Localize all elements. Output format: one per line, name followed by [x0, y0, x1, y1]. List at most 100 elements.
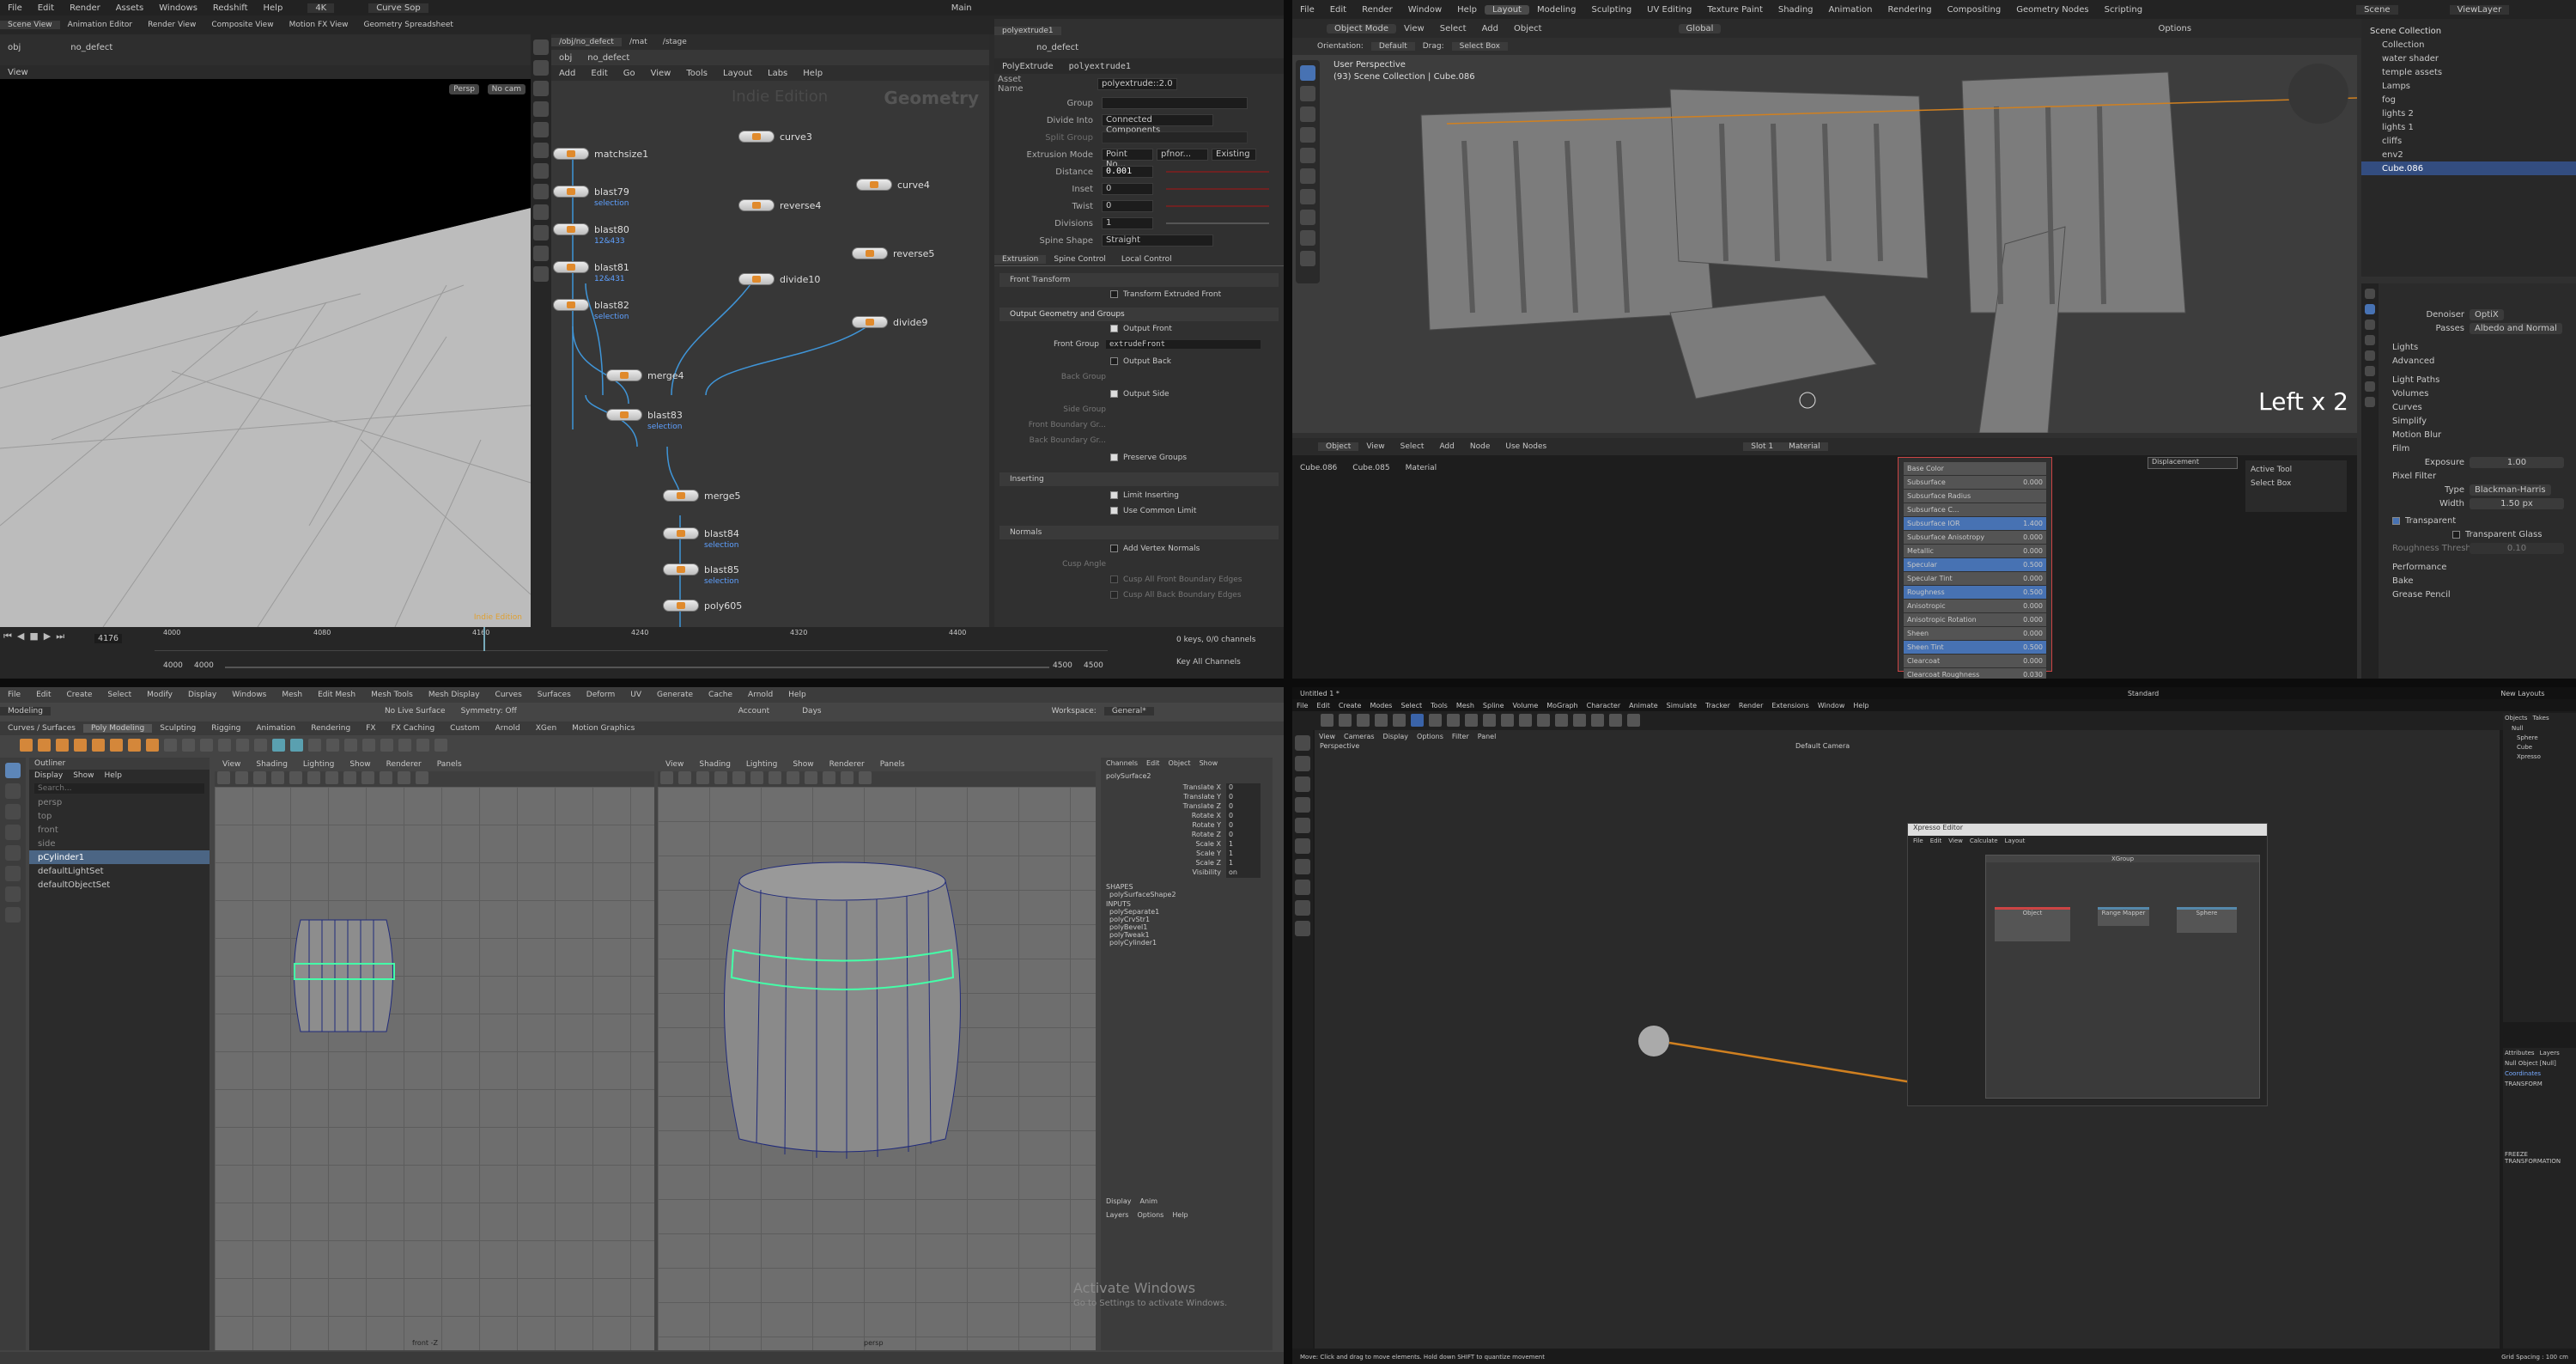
- persp-view-canvas[interactable]: persp: [658, 787, 1096, 1350]
- maya-mode[interactable]: Modeling: [0, 707, 51, 715]
- c4d-attributes[interactable]: Attributes Layers Null Object [Null] Coor…: [2503, 1048, 2576, 1349]
- maya-menu-deform[interactable]: Deform: [579, 691, 623, 699]
- menu-assets[interactable]: Assets: [108, 3, 152, 13]
- c4d-menu-select[interactable]: Select: [1396, 702, 1426, 709]
- shelf-tab-5[interactable]: Rendering: [303, 724, 358, 733]
- persp-menu[interactable]: Persp: [449, 84, 479, 94]
- material-select[interactable]: Material: [1781, 442, 1828, 451]
- shader-editor[interactable]: Object View Select Add Node Use Nodes Sl…: [1292, 438, 2357, 679]
- input-bevel[interactable]: polyBevel1: [1101, 923, 1273, 931]
- c4d-layout[interactable]: Standard: [2120, 690, 2166, 697]
- outliner-item-lights1[interactable]: lights 1: [2361, 120, 2576, 134]
- houdini-timeline[interactable]: ⏮ ◀ ■ ▶ ⏭ 4176 4000 4080 4160 4240 4320 4400…: [0, 627, 1284, 679]
- outliner-item-lights2[interactable]: lights 2: [2361, 107, 2576, 120]
- menu-redshift[interactable]: Redshift: [205, 3, 256, 13]
- front-view-canvas[interactable]: front -Z: [215, 787, 654, 1350]
- maya-menu-help[interactable]: Help: [781, 691, 814, 699]
- transparent-label[interactable]: Transparent: [2405, 516, 2456, 526]
- c4d-menu-volume[interactable]: Volume: [1509, 702, 1543, 709]
- outliner-show[interactable]: Show: [73, 771, 94, 780]
- maya-menu-display[interactable]: Display: [180, 691, 224, 699]
- divide-into-menu[interactable]: Connected Components: [1102, 114, 1213, 135]
- passes-select[interactable]: Albedo and Normal: [2470, 322, 2562, 334]
- front-menu-shading[interactable]: Shading: [248, 760, 295, 769]
- c4d-menu-tools[interactable]: Tools: [1426, 702, 1452, 709]
- takes-tab[interactable]: Takes: [2532, 715, 2549, 722]
- crumb-cube085[interactable]: Cube.085: [1345, 464, 1397, 472]
- panel-volumes[interactable]: Volumes: [2384, 387, 2576, 400]
- tab-render-view[interactable]: Render View: [140, 21, 204, 29]
- c4d-menu-create[interactable]: Create: [1334, 702, 1366, 709]
- subtab-extrusion[interactable]: Extrusion: [994, 254, 1047, 264]
- panel-light-paths[interactable]: Light Paths: [2384, 373, 2576, 387]
- maya-menu-mesh-tools[interactable]: Mesh Tools: [363, 691, 421, 699]
- chk-cusp-back[interactable]: Cusp All Back Boundary Edges: [1110, 591, 1242, 600]
- chk-common-limit[interactable]: Use Common Limit: [1110, 507, 1196, 515]
- distance-field[interactable]: 0.001: [1102, 166, 1153, 178]
- xp-file[interactable]: File: [1913, 837, 1923, 844]
- attr-tab[interactable]: Attributes: [2505, 1050, 2535, 1056]
- section-inserting[interactable]: Inserting: [999, 472, 1279, 486]
- shelf-tool[interactable]: Curve Sop: [368, 3, 428, 13]
- ws-scripting[interactable]: Scripting: [2097, 5, 2150, 15]
- param-node-name[interactable]: polyextrude1: [1061, 62, 1139, 71]
- group-field[interactable]: [1102, 97, 1248, 109]
- bsdf-node[interactable]: Base Color Subsurface 0.000 Subsurface Radi…: [1898, 457, 2052, 679]
- desktop-select[interactable]: 4K: [307, 3, 335, 13]
- menu-help[interactable]: Help: [256, 3, 291, 13]
- maya-menu-surfaces[interactable]: Surfaces: [530, 691, 579, 699]
- maya-menu-cache[interactable]: Cache: [701, 691, 740, 699]
- asset-name-value[interactable]: polyextrude::2.0: [1097, 78, 1177, 90]
- channel-attr-value[interactable]: 0: [1226, 821, 1261, 831]
- bsdf-row[interactable]: Subsurface 0.000: [1904, 476, 2046, 489]
- channel-attr-value[interactable]: 0: [1226, 831, 1261, 840]
- node-matchsize1[interactable]: matchsize1: [553, 148, 648, 160]
- workspace-select[interactable]: General*: [1103, 707, 1154, 715]
- denoiser-select[interactable]: OptiX: [2470, 308, 2504, 320]
- channel-attr-value[interactable]: 1: [1226, 849, 1261, 859]
- bsdf-row[interactable]: Subsurface Anisotropy 0.000: [1904, 531, 2046, 544]
- displacement-socket[interactable]: Displacement: [2148, 457, 2238, 469]
- panel-simplify[interactable]: Simplify: [2384, 414, 2576, 428]
- c4d-menu-tracker[interactable]: Tracker: [1701, 702, 1735, 709]
- options-menu[interactable]: Options: [2150, 24, 2199, 33]
- bl-menu-help[interactable]: Help: [1449, 5, 1485, 15]
- ws-shading[interactable]: Shading: [1771, 5, 1821, 15]
- chk-limit-inserting[interactable]: Limit Inserting: [1110, 491, 1179, 500]
- chk-cusp-front[interactable]: Cusp All Front Boundary Edges: [1110, 575, 1242, 584]
- persp-menu-show[interactable]: Show: [785, 760, 821, 769]
- maya-menu-edit-mesh[interactable]: Edit Mesh: [310, 691, 363, 699]
- properties-editor[interactable]: Denoiser OptiX Passes Albedo and Normal Li…: [2361, 283, 2576, 679]
- ws-geonodes[interactable]: Geometry Nodes: [2008, 5, 2096, 15]
- bsdf-row[interactable]: Anisotropic 0.000: [1904, 600, 2046, 612]
- time-ruler[interactable]: 4000 4080 4160 4240 4320 4400: [155, 627, 1108, 651]
- ws-texture[interactable]: Texture Paint: [1699, 5, 1771, 15]
- maya-menu-curves[interactable]: Curves: [488, 691, 530, 699]
- channel-attr-value[interactable]: 1: [1226, 840, 1261, 849]
- outliner-item-cliffs[interactable]: cliffs: [2361, 134, 2576, 148]
- node-blast82[interactable]: blast82 selection: [553, 299, 629, 321]
- bsdf-row[interactable]: Metallic 0.000: [1904, 545, 2046, 557]
- vh-select[interactable]: Select: [1432, 24, 1474, 33]
- node-blast79[interactable]: blast79 selection: [553, 186, 629, 208]
- ws-layout[interactable]: Layout: [1484, 4, 1529, 15]
- outliner-item-temple[interactable]: temple assets: [2361, 65, 2576, 79]
- obj-null[interactable]: Null: [2503, 723, 2576, 733]
- live-surface[interactable]: No Live Surface: [377, 707, 453, 715]
- persp-menu-renderer[interactable]: Renderer: [822, 760, 872, 769]
- scene-select[interactable]: Scene: [2356, 4, 2398, 15]
- ws-uv[interactable]: UV Editing: [1639, 5, 1699, 15]
- layer-tab-display[interactable]: Display: [1106, 1197, 1132, 1205]
- crumb-cube086[interactable]: Cube.086: [1292, 464, 1345, 472]
- stop-icon[interactable]: ■: [29, 630, 38, 642]
- panel-pixel-filter[interactable]: Pixel Filter: [2384, 469, 2576, 483]
- maya-toolbox[interactable]: [0, 758, 26, 1350]
- ws-rendering[interactable]: Rendering: [1880, 5, 1939, 15]
- persp-menu-lighting[interactable]: Lighting: [738, 760, 785, 769]
- node-merge4[interactable]: merge4: [606, 369, 684, 381]
- maya-menu-mesh[interactable]: Mesh: [274, 691, 310, 699]
- bsdf-row[interactable]: Clearcoat 0.000: [1904, 655, 2046, 667]
- outliner-item-water[interactable]: water shader: [2361, 52, 2576, 65]
- outliner-search[interactable]: Search...: [34, 783, 204, 794]
- key-all-button[interactable]: Key All Channels: [1176, 658, 1241, 667]
